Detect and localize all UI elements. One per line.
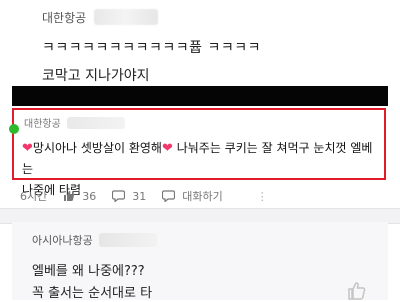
post-text-line-1: ㅋㅋㅋㅋㅋㅋㅋㅋㅋㅋㅋ퓹 ㅋㅋㅋㅋ — [42, 40, 262, 56]
time-ago: 6시간 — [20, 190, 48, 203]
more-options-icon[interactable]: ⋮ — [257, 190, 268, 203]
like-button[interactable]: 36 — [63, 190, 96, 203]
blurred-username — [66, 116, 125, 129]
heart-icon: ❤ — [22, 141, 33, 156]
blurred-username — [94, 9, 159, 25]
comment-button[interactable]: 31 — [112, 190, 146, 203]
post: 대한항공 ㅋㅋㅋㅋㅋㅋㅋㅋㅋㅋㅋ퓹 ㅋㅋㅋㅋ 코막고 지나가야지 — [12, 0, 388, 98]
reply-label: 대화하기 — [182, 190, 223, 203]
reply-text-line-2: 꼭 출서는 순서대로 타 — [32, 286, 153, 301]
thumbs-up-icon[interactable] — [346, 280, 368, 302]
comment-text-part-1: 망시아나 셋방살이 환영해 — [32, 141, 162, 155]
blurred-username — [98, 233, 157, 247]
reply-comment: 아시아나항공 엘베를 왜 나중에??? 꼭 출서는 순서대로 타 — [12, 222, 388, 302]
reply-button[interactable]: 대화하기 — [162, 188, 223, 204]
post-stats-bar: 6시간 36 31 대화하기 ⋮ — [20, 188, 268, 204]
highlighted-comment: 대한항공 ❤망시아나 셋방살이 환영해❤ 나눠주는 쿠키는 잘 쳐먹구 눈치껏 … — [9, 108, 386, 197]
thumbs-up-icon — [64, 191, 75, 201]
reply-author-row: 아시아나항공 — [32, 232, 157, 248]
comment-count: 31 — [132, 189, 147, 203]
chat-icon — [162, 190, 176, 202]
comment-author[interactable]: 대한항공 — [24, 115, 61, 130]
post-author-row: 대한항공 — [42, 8, 159, 26]
heart-icon: ❤ — [161, 141, 173, 156]
status-dot-icon — [9, 124, 19, 134]
reply-text-line-1: 엘베를 왜 나중에??? — [32, 264, 145, 279]
comment-bubble-icon — [112, 190, 126, 202]
post-text-line-2: 코막고 지나가야지 — [42, 68, 150, 84]
reply-author[interactable]: 아시아나항공 — [32, 232, 93, 248]
comment-author-row: 대한항공 — [24, 115, 125, 130]
redaction-bar — [12, 86, 388, 106]
like-count: 36 — [82, 189, 97, 203]
post-author[interactable]: 대한항공 — [42, 9, 86, 26]
